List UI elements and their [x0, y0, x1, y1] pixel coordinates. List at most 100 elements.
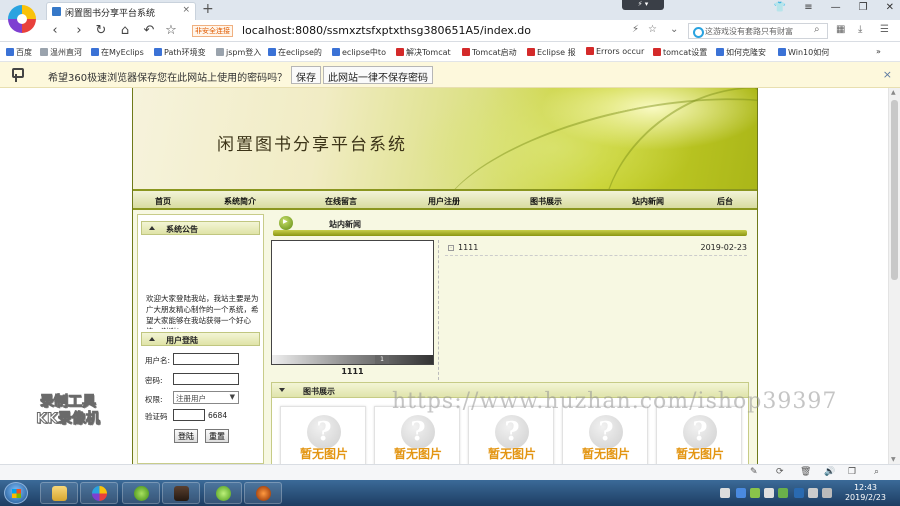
bookmark-item[interactable]: Tomcat启动 — [462, 47, 517, 58]
tools-menu-icon[interactable]: ☰ — [880, 24, 889, 35]
cleanup-icon[interactable]: ✎ — [750, 467, 758, 477]
close-window-icon[interactable]: ✕ — [886, 2, 894, 13]
new-tab-button[interactable]: + — [202, 1, 214, 17]
bookmark-item[interactable]: jspm登入 — [216, 47, 261, 58]
username-input[interactable] — [173, 353, 239, 365]
explorer-taskbar-button[interactable] — [40, 482, 78, 504]
lightning-icon[interactable]: ⚡ — [632, 24, 639, 35]
bookmark-item[interactable]: 在eclipse的 — [268, 47, 322, 58]
favorite-star-icon[interactable]: ☆ — [164, 23, 178, 38]
flag-icon[interactable] — [822, 488, 832, 498]
bookmark-item[interactable]: Errors occur — [586, 47, 644, 56]
bookmark-item[interactable]: 在MyEclips — [91, 47, 144, 58]
window-icon[interactable]: ❐ — [848, 467, 856, 477]
scrollbar-thumb[interactable] — [891, 100, 898, 280]
back-icon[interactable]: ‹ — [48, 23, 62, 38]
trash-icon[interactable]: 🗑 — [800, 467, 811, 477]
url-field[interactable]: localhost:8080/ssmxztsfxptxthsg380651A5/… — [242, 24, 531, 37]
app-taskbar-button[interactable] — [122, 482, 160, 504]
bookmark-star-icon[interactable]: ☆ — [648, 24, 657, 35]
zoom-icon[interactable]: ⌕ — [874, 467, 879, 477]
search-icon[interactable]: ⌕ — [814, 24, 820, 35]
menu-icon[interactable]: ≡ — [804, 2, 812, 13]
scroll-down-icon[interactable]: ▼ — [891, 456, 896, 463]
tray-icon[interactable] — [794, 488, 804, 498]
bookmark-item[interactable]: 温州直河 — [40, 47, 82, 58]
news-date: 2019-02-23 — [700, 243, 748, 252]
login-panel-header: 用户登陆 — [141, 332, 260, 346]
bookmark-item[interactable]: 百度 — [6, 47, 32, 58]
game-taskbar-button[interactable] — [162, 482, 200, 504]
news-photo-slider[interactable]: 1 — [271, 240, 434, 365]
start-button[interactable] — [4, 482, 28, 504]
reload-icon[interactable]: ↻ — [94, 23, 108, 38]
main-nav: 首页 系统简介 在线留言 用户注册 图书展示 站内新闻 后台 — [133, 189, 757, 210]
chevron-down-icon[interactable]: ⌄ — [670, 24, 678, 35]
network-icon[interactable] — [764, 488, 774, 498]
arrow-circle-icon — [279, 216, 293, 230]
reset-button[interactable]: 重置 — [205, 429, 229, 443]
volume-icon[interactable] — [808, 488, 818, 498]
nav-news[interactable]: 站内新闻 — [632, 196, 664, 207]
book-card[interactable]: ? 暂无图片 — [468, 406, 554, 464]
volume-icon[interactable]: 🔊 — [824, 467, 835, 477]
search-input[interactable]: 这游戏没有套路只有财富 — [688, 23, 828, 39]
save-password-button[interactable]: 保存 — [291, 66, 321, 84]
nav-message[interactable]: 在线留言 — [325, 196, 357, 207]
download-icon[interactable]: ⤓ — [858, 24, 862, 35]
bookmark-item[interactable]: tomcat设置 — [653, 47, 707, 58]
undo-close-icon[interactable]: ↶ — [142, 23, 156, 38]
insecure-connection-badge[interactable]: 非安全连接 — [192, 25, 233, 37]
nav-books[interactable]: 图书展示 — [530, 196, 562, 207]
tray-icon[interactable] — [720, 488, 730, 498]
shield-icon[interactable] — [736, 488, 746, 498]
browser-tab[interactable]: 闲置图书分享平台系统 × — [46, 2, 196, 20]
scroll-up-icon[interactable]: ▲ — [891, 89, 896, 96]
placeholder-question-icon: ? — [307, 415, 341, 449]
never-save-password-button[interactable]: 此网站一律不保存密码 — [323, 66, 433, 84]
tab-close-icon[interactable]: × — [182, 5, 190, 15]
ide-taskbar-button[interactable] — [204, 482, 242, 504]
nav-admin[interactable]: 后台 — [717, 196, 733, 207]
apps-grid-icon[interactable]: ▦ — [836, 24, 845, 35]
restore-icon[interactable]: ❐ — [859, 2, 868, 13]
forward-icon[interactable]: › — [72, 23, 86, 38]
bookmark-item[interactable]: 如何克隆安 — [716, 47, 766, 58]
login-heading: 用户登陆 — [166, 336, 198, 345]
bookmark-item[interactable]: eclipse中to — [332, 47, 386, 58]
home-icon[interactable]: ⌂ — [118, 23, 132, 38]
bookmark-item[interactable]: Eclipse 报 — [527, 47, 576, 58]
captcha-input[interactable] — [173, 409, 205, 421]
flash-badge[interactable]: ⚡ ▾ — [622, 0, 664, 10]
browser-taskbar-button[interactable] — [80, 482, 118, 504]
book-card[interactable]: ? 暂无图片 — [562, 406, 648, 464]
book-card[interactable]: ? 暂无图片 — [280, 406, 366, 464]
captcha-code[interactable]: 6684 — [208, 411, 227, 420]
minimize-icon[interactable]: — — [831, 2, 841, 13]
role-select[interactable]: 注册用户 ▼ — [173, 391, 239, 404]
recorder-taskbar-button[interactable] — [244, 482, 282, 504]
nav-home[interactable]: 首页 — [155, 196, 171, 207]
browser-logo-icon[interactable] — [8, 5, 36, 33]
tray-icon[interactable] — [750, 488, 760, 498]
photo-caption[interactable]: 1111 — [271, 367, 434, 376]
bookmark-item[interactable]: Path环境变 — [154, 47, 206, 58]
bookmarks-more-icon[interactable]: » — [876, 47, 881, 56]
news-title[interactable]: 1111 — [458, 243, 478, 252]
news-list-item[interactable]: · 1111 2019-02-23 — [445, 242, 747, 256]
vertical-scrollbar[interactable]: ▲ ▼ — [888, 88, 900, 464]
bookmark-item[interactable]: Win10如何 — [778, 47, 829, 58]
login-button[interactable]: 登陆 — [174, 429, 198, 443]
system-clock[interactable]: 12:43 2019/2/23 — [845, 483, 886, 503]
slider-page-number[interactable]: 1 — [375, 355, 389, 364]
book-card[interactable]: ? 暂无图片 — [374, 406, 460, 464]
tray-icon[interactable] — [778, 488, 788, 498]
nav-intro[interactable]: 系统简介 — [224, 196, 256, 207]
bookmark-item[interactable]: 解决Tomcat — [396, 47, 451, 58]
speed-icon[interactable]: ⟳ — [776, 467, 784, 477]
password-input[interactable] — [173, 373, 239, 385]
close-password-bar-icon[interactable]: × — [883, 68, 892, 81]
book-card[interactable]: ? 暂无图片 — [656, 406, 742, 464]
skin-icon[interactable]: 👕 — [774, 2, 786, 13]
nav-register[interactable]: 用户注册 — [428, 196, 460, 207]
